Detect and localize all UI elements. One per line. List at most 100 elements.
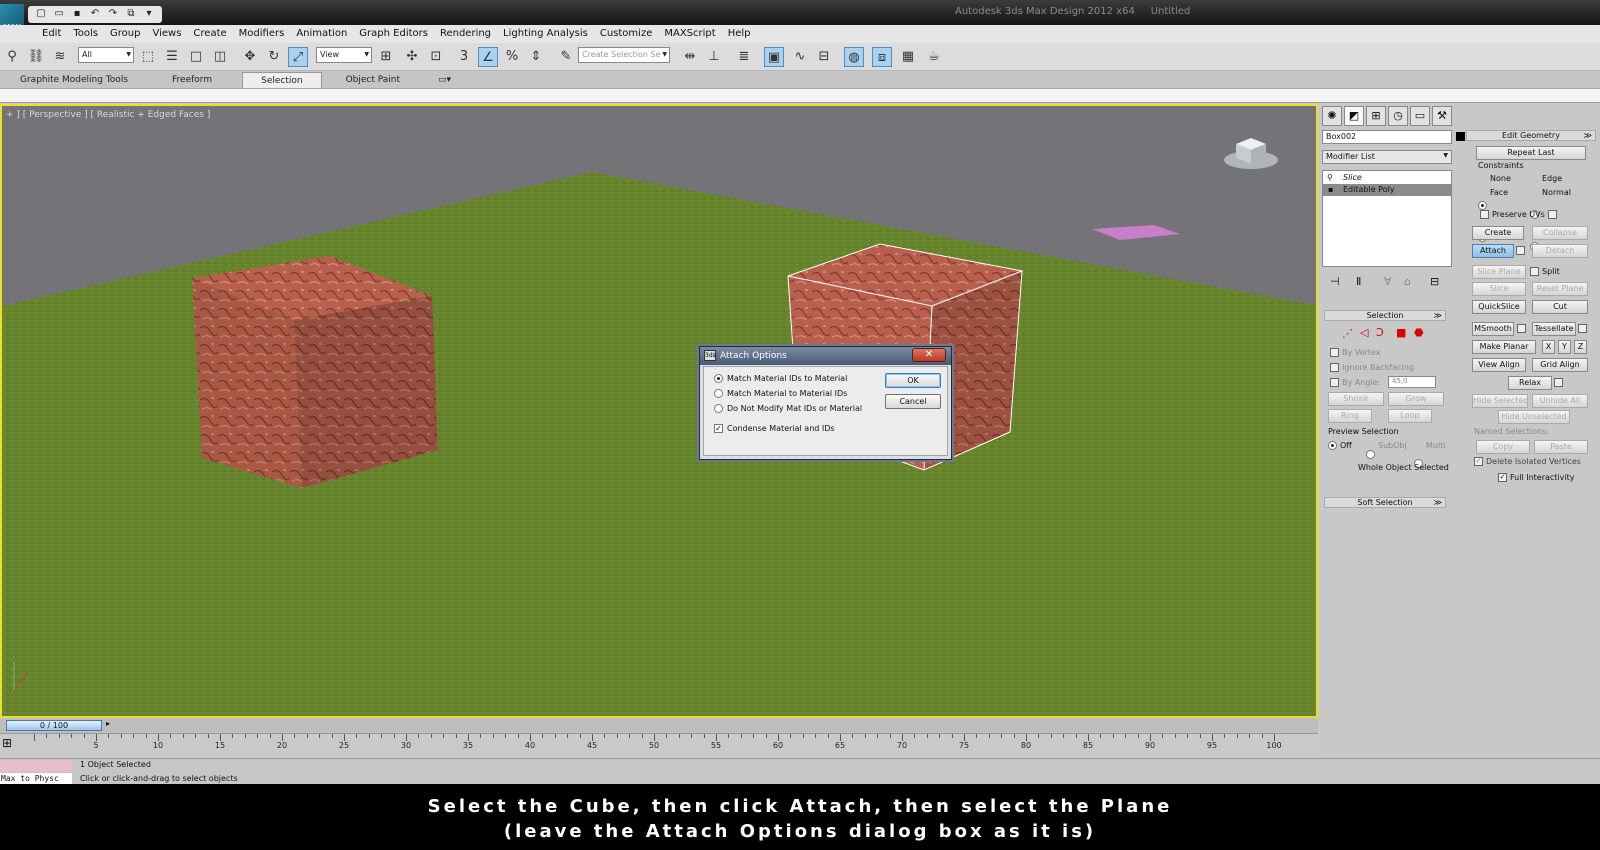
show-end-result-icon[interactable]: Ⅱ bbox=[1356, 275, 1361, 288]
window-crossing-icon[interactable]: ◫ bbox=[210, 47, 230, 67]
paste-button[interactable]: Paste bbox=[1534, 440, 1588, 454]
use-pivot-center-icon[interactable]: ⊞ bbox=[376, 47, 396, 67]
quickslice-button[interactable]: QuickSlice bbox=[1472, 300, 1526, 314]
menu-animation[interactable]: Animation bbox=[290, 25, 353, 43]
rectangular-selection-icon[interactable]: □ bbox=[186, 47, 206, 67]
hierarchy-tab-icon[interactable]: ⊞ bbox=[1366, 106, 1386, 126]
preview-off-radio[interactable] bbox=[1328, 441, 1337, 450]
make-unique-icon[interactable]: ∀ bbox=[1384, 275, 1392, 288]
tessellate-button[interactable]: Tessellate bbox=[1532, 322, 1576, 336]
soft-selection-rollout-header[interactable]: Soft Selection ≫ bbox=[1324, 497, 1446, 508]
copy-button[interactable]: Copy bbox=[1476, 440, 1530, 454]
select-and-rotate-icon[interactable]: ↻ bbox=[264, 47, 284, 67]
menu-views[interactable]: Views bbox=[146, 25, 187, 43]
snaps-toggle-icon[interactable]: 3 bbox=[454, 47, 474, 67]
repeat-last-button[interactable]: Repeat Last bbox=[1476, 146, 1586, 160]
collapse-button[interactable]: Collapse bbox=[1532, 226, 1588, 240]
unhide-all-button[interactable]: Unhide All bbox=[1532, 394, 1588, 408]
option-match-ids-to-material[interactable]: Match Material IDs to Material bbox=[714, 374, 847, 383]
relax-button[interactable]: Relax bbox=[1508, 376, 1552, 390]
selection-filter-dropdown[interactable]: All bbox=[78, 47, 134, 63]
track-bar[interactable]: ⊞ 5 10 15 20 25 30 35 40 45 50 55 60 65 70 75 80 85 90 95 1… bbox=[0, 733, 1318, 758]
menu-maxscript[interactable]: MAXScript bbox=[658, 25, 721, 43]
select-and-move-icon[interactable]: ✥ bbox=[240, 47, 260, 67]
reset-plane-button[interactable]: Reset Plane bbox=[1532, 282, 1588, 296]
ribbon-tab-selection[interactable]: Selection bbox=[242, 72, 322, 88]
element-mode-icon[interactable]: ⬣ bbox=[1414, 326, 1424, 339]
dialog-close-button[interactable]: ✕ bbox=[912, 348, 946, 362]
time-slider[interactable]: 0 / 100 bbox=[6, 720, 102, 731]
ribbon-tab-object-paint[interactable]: Object Paint bbox=[322, 72, 424, 88]
edit-geometry-rollout-header[interactable]: Edit Geometry ≫ bbox=[1466, 130, 1596, 141]
utilities-tab-icon[interactable]: ⚒ bbox=[1432, 106, 1452, 126]
menu-modifiers[interactable]: Modifiers bbox=[233, 25, 291, 43]
configure-modifier-sets-icon[interactable]: ⊟ bbox=[1430, 275, 1439, 288]
select-and-link-icon[interactable]: ⚲ bbox=[2, 47, 22, 67]
ribbon-tab-freeform[interactable]: Freeform bbox=[142, 72, 242, 88]
option-match-material-to-ids[interactable]: Match Material to Material IDs bbox=[714, 389, 847, 398]
ignore-backfacing-checkbox[interactable] bbox=[1330, 363, 1339, 372]
percent-snap-icon[interactable]: % bbox=[502, 47, 522, 67]
project-folder-icon[interactable]: ⧉ bbox=[124, 7, 138, 21]
hide-unselected-button[interactable]: Hide Unselected bbox=[1498, 410, 1570, 424]
selection-rollout-header[interactable]: Selection ≫ bbox=[1324, 310, 1446, 321]
shrink-button[interactable]: Shrink bbox=[1328, 392, 1384, 406]
new-file-icon[interactable]: ▢ bbox=[34, 7, 48, 21]
expand-plus-icon[interactable]: ▪ bbox=[1328, 184, 1333, 196]
radio-selected-icon[interactable] bbox=[714, 374, 723, 383]
menu-create[interactable]: Create bbox=[187, 25, 232, 43]
display-tab-icon[interactable]: ▭ bbox=[1410, 106, 1430, 126]
grow-button[interactable]: Grow bbox=[1388, 392, 1444, 406]
detach-button[interactable]: Detach bbox=[1532, 244, 1588, 258]
object-name-field[interactable]: Box002 bbox=[1322, 130, 1452, 144]
make-planar-x-button[interactable]: X bbox=[1542, 340, 1555, 354]
loop-button[interactable]: Loop bbox=[1388, 409, 1432, 423]
keyboard-shortcut-override-icon[interactable]: ⊡ bbox=[426, 47, 446, 67]
preserve-uvs-settings-icon[interactable] bbox=[1548, 210, 1557, 219]
motion-tab-icon[interactable]: ◷ bbox=[1388, 106, 1408, 126]
select-by-name-icon[interactable]: ☰ bbox=[162, 47, 182, 67]
menu-group[interactable]: Group bbox=[104, 25, 146, 43]
select-object-icon[interactable]: ⬚ bbox=[138, 47, 158, 67]
attach-button[interactable]: Attach bbox=[1472, 244, 1514, 258]
checkbox-checked-icon[interactable]: ✓ bbox=[714, 424, 723, 433]
render-production-icon[interactable]: ☕ bbox=[924, 47, 944, 67]
modifier-list-dropdown[interactable]: Modifier List ▼ bbox=[1322, 150, 1452, 164]
by-vertex-checkbox[interactable] bbox=[1330, 348, 1339, 357]
time-slider-track[interactable]: 0 / 100 ▸ bbox=[0, 718, 1318, 733]
full-interactivity-checkbox[interactable]: ✓ bbox=[1498, 473, 1507, 482]
graphite-toggle-icon[interactable]: ▣ bbox=[764, 47, 784, 67]
grid-align-button[interactable]: Grid Align bbox=[1532, 358, 1588, 372]
align-icon[interactable]: ⊥ bbox=[704, 47, 724, 67]
create-button[interactable]: Create bbox=[1472, 226, 1524, 240]
menu-edit[interactable]: Edit bbox=[36, 25, 67, 43]
mini-curve-editor-icon[interactable]: ⊞ bbox=[2, 736, 12, 750]
polygon-mode-icon[interactable]: ■ bbox=[1396, 326, 1406, 339]
slice-button[interactable]: Slice bbox=[1472, 282, 1526, 296]
ribbon-options-icon[interactable]: ▭▾ bbox=[424, 72, 465, 88]
rendered-frame-window-icon[interactable]: ▦ bbox=[898, 47, 918, 67]
modify-tab-icon[interactable]: ◩ bbox=[1344, 106, 1364, 126]
maxscript-input[interactable] bbox=[0, 760, 72, 772]
render-setup-icon[interactable]: ⧈ bbox=[872, 47, 892, 67]
menu-lighting-analysis[interactable]: Lighting Analysis bbox=[497, 25, 594, 43]
cancel-button[interactable]: Cancel bbox=[885, 394, 941, 409]
pin-stack-icon[interactable]: ⊣ bbox=[1330, 275, 1340, 288]
make-planar-button[interactable]: Make Planar bbox=[1472, 340, 1536, 354]
slice-plane-button[interactable]: Slice Plane bbox=[1472, 265, 1526, 279]
create-tab-icon[interactable]: ✺ bbox=[1322, 106, 1342, 126]
menu-rendering[interactable]: Rendering bbox=[434, 25, 497, 43]
hide-selected-button[interactable]: Hide Selected bbox=[1472, 394, 1528, 408]
border-mode-icon[interactable]: Ↄ bbox=[1376, 326, 1384, 339]
stack-item-slice[interactable]: ⚲ Slice bbox=[1323, 172, 1451, 184]
tessellate-settings-icon[interactable] bbox=[1578, 324, 1587, 333]
view-align-button[interactable]: View Align bbox=[1472, 358, 1526, 372]
qat-dropdown-icon[interactable]: ▾ bbox=[142, 7, 156, 21]
relax-settings-icon[interactable] bbox=[1554, 378, 1563, 387]
vertex-mode-icon[interactable]: ⋰ bbox=[1342, 327, 1353, 340]
spinner-snap-icon[interactable]: ⇕ bbox=[526, 47, 546, 67]
reference-coordinate-dropdown[interactable]: View bbox=[316, 47, 372, 63]
ribbon-panel-strip[interactable] bbox=[0, 89, 1600, 103]
remove-modifier-icon[interactable]: ⌂ bbox=[1404, 275, 1411, 288]
save-icon[interactable]: ▪ bbox=[70, 7, 84, 21]
